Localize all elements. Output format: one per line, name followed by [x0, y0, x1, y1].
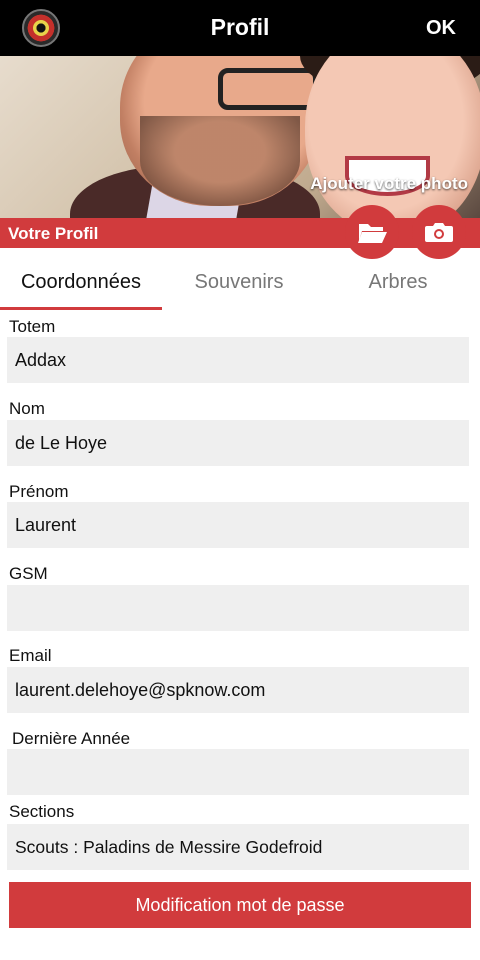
profile-bar-label: Votre Profil	[8, 224, 99, 243]
profile-bar: Votre Profil	[0, 218, 480, 248]
prenom-label: Prénom	[9, 482, 69, 501]
email-field[interactable]: laurent.delehoye@spknow.com	[7, 667, 469, 713]
totem-field[interactable]: Addax	[7, 337, 469, 383]
tab-arbres[interactable]: Arbres	[316, 262, 480, 310]
sections-label: Sections	[9, 802, 75, 821]
photo-beard	[140, 116, 300, 206]
derniere-annee-label: Dernière Année	[12, 729, 131, 748]
profile-photo[interactable]: Ajouter votre photo	[0, 56, 480, 218]
derniere-annee-field[interactable]	[7, 749, 469, 795]
folder-open-icon	[358, 224, 387, 243]
add-photo-link[interactable]: Ajouter votre photo	[310, 174, 468, 194]
tab-bar: Coordonnées Souvenirs Arbres	[0, 262, 480, 310]
tab-coordonnees[interactable]: Coordonnées	[0, 262, 162, 310]
change-password-button[interactable]: Modification mot de passe	[9, 882, 471, 928]
camera-button[interactable]	[412, 205, 466, 259]
nom-label: Nom	[9, 399, 45, 418]
photo-glasses	[218, 68, 318, 110]
active-tab-indicator	[0, 307, 162, 310]
gsm-label: GSM	[9, 564, 48, 583]
sections-field[interactable]: Scouts : Paladins de Messire Godefroid	[7, 824, 469, 870]
top-bar: Profil OK	[0, 0, 480, 56]
camera-icon	[425, 223, 453, 242]
totem-label: Totem	[9, 317, 56, 336]
nom-field[interactable]: de Le Hoye	[7, 420, 469, 466]
folder-button[interactable]	[345, 205, 399, 259]
gsm-field[interactable]	[7, 585, 469, 631]
tab-souvenirs[interactable]: Souvenirs	[162, 262, 316, 310]
page-title: Profil	[210, 14, 270, 40]
ok-button[interactable]: OK	[426, 17, 456, 40]
email-label: Email	[9, 646, 52, 665]
prenom-field[interactable]: Laurent	[7, 502, 469, 548]
